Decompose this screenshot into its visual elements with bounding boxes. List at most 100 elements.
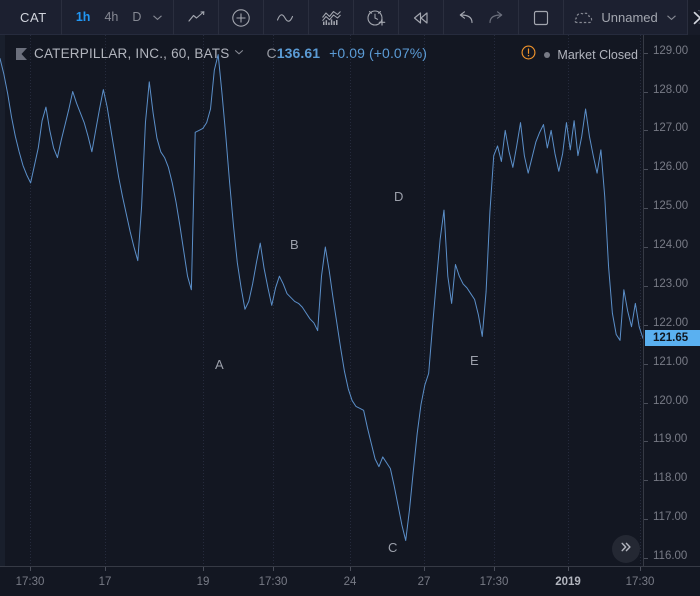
price-axis-tick: 117.00 xyxy=(644,511,700,523)
price-tick-label: 117.00 xyxy=(653,511,688,524)
history-group xyxy=(444,0,520,35)
price-tick-label: 129.00 xyxy=(653,44,689,57)
price-tick-mark xyxy=(644,558,648,559)
price-tick-mark xyxy=(644,208,648,210)
exclamation-circle-icon xyxy=(521,45,536,65)
interval-1h[interactable]: 1h xyxy=(69,0,98,35)
time-tick-label: 17:30 xyxy=(625,576,655,588)
chevron-down-icon[interactable] xyxy=(148,0,166,35)
price-tick-label: 122.00 xyxy=(653,316,689,329)
price-axis-tick: 125.00 xyxy=(644,200,700,212)
price-axis-tick: 122.00 xyxy=(644,317,700,329)
symbol-text: CAT xyxy=(20,10,47,25)
chart-legend: CATERPILLAR, INC., 60, BATS C136.61 +0.09… xyxy=(16,44,427,62)
undo-icon[interactable] xyxy=(451,0,481,35)
layout-name-group[interactable]: Unnamed xyxy=(564,0,688,35)
time-tick-mark xyxy=(273,567,274,571)
price-axis-tick: 126.00 xyxy=(644,161,700,173)
market-status-label: Market Closed xyxy=(557,48,638,62)
price-axis[interactable]: 129.00 128.00 127.00 126.00 125.00 124.00 123.… xyxy=(643,35,700,566)
price-tick-label: 124.00 xyxy=(653,239,689,252)
market-status[interactable]: Market Closed xyxy=(521,45,638,65)
alert-clock-plus-icon[interactable] xyxy=(361,0,391,35)
time-tick-label: 17:30 xyxy=(479,576,509,588)
chart-app: CAT 1h 4h D Unnamed CATERPILLAR, INC., 6… xyxy=(0,0,700,596)
wave-icon[interactable] xyxy=(271,0,301,35)
time-tick-label: 17 xyxy=(98,576,112,588)
time-tick-label: 17:30 xyxy=(15,576,45,588)
time-tick-mark xyxy=(203,567,204,571)
wave-group xyxy=(264,0,310,35)
current-price-badge: 121.65 xyxy=(645,330,700,347)
scroll-to-realtime-button[interactable] xyxy=(612,535,640,563)
compare-group xyxy=(219,0,265,35)
time-tick-label: 2019 xyxy=(555,576,581,588)
replay-group xyxy=(399,0,445,35)
time-tick-label: 27 xyxy=(417,576,431,588)
time-tick-mark xyxy=(494,567,495,571)
price-tick-mark xyxy=(644,324,648,326)
price-tick-label: 119.00 xyxy=(653,433,688,446)
price-tick-label: 126.00 xyxy=(653,161,689,174)
close-price-value: 136.61 xyxy=(276,45,321,61)
indicators-group xyxy=(309,0,355,35)
price-tick-label: 125.00 xyxy=(653,200,689,213)
price-axis-tick: 118.00 xyxy=(644,472,700,484)
time-tick-mark xyxy=(30,567,31,571)
time-tick-label: 24 xyxy=(343,576,357,588)
time-tick-mark xyxy=(350,567,351,571)
symbol-search-button[interactable]: CAT xyxy=(0,0,62,35)
time-tick-label: 17:30 xyxy=(258,576,288,588)
price-tick-mark xyxy=(644,441,648,443)
price-axis-tick: 129.00 xyxy=(644,45,700,57)
compare-plus-icon[interactable] xyxy=(226,0,256,35)
price-tick-mark xyxy=(644,247,648,249)
legend-symbol-title[interactable]: CATERPILLAR, INC., 60, BATS xyxy=(34,46,229,61)
price-tick-mark xyxy=(644,519,648,521)
replay-rewind-icon[interactable] xyxy=(406,0,436,35)
price-tick-mark xyxy=(644,169,648,171)
legend-quote: C136.61 +0.09 (+0.07%) xyxy=(266,45,427,61)
interval-4h[interactable]: 4h xyxy=(97,0,125,35)
price-change-value: +0.09 (+0.07%) xyxy=(329,45,428,61)
price-line-path xyxy=(0,54,643,542)
alert-group xyxy=(354,0,400,35)
current-price-value: 121.65 xyxy=(653,332,689,345)
price-tick-mark xyxy=(644,130,648,132)
price-axis-tick: 123.00 xyxy=(644,278,700,290)
interval-d[interactable]: D xyxy=(125,0,148,35)
chevron-down-icon[interactable] xyxy=(664,0,680,35)
chart-pane[interactable] xyxy=(0,35,643,566)
layout-square-icon[interactable] xyxy=(526,0,556,35)
price-axis-tick: 127.00 xyxy=(644,122,700,134)
time-axis[interactable]: 17:30 17 19 17:30 24 27 17:30 2019 17:30 xyxy=(0,566,700,596)
time-tick-mark xyxy=(640,567,641,571)
close-prefix-label: C xyxy=(266,45,277,61)
price-tick-mark xyxy=(644,91,648,93)
chevron-right-gear-icon[interactable] xyxy=(687,0,700,35)
redo-icon[interactable] xyxy=(481,0,511,35)
indicators-icon[interactable] xyxy=(316,0,346,35)
layout-name-label: Unnamed xyxy=(601,10,658,25)
chevron-down-icon[interactable] xyxy=(234,44,244,62)
time-tick-label: 19 xyxy=(196,576,210,588)
price-axis-tick: 128.00 xyxy=(644,84,700,96)
double-chevron-right-icon xyxy=(619,540,633,559)
price-tick-label: 116.00 xyxy=(653,550,688,562)
price-axis-tick: 121.00 xyxy=(644,356,700,368)
price-tick-mark xyxy=(644,52,648,54)
price-axis-tick: 116.00 xyxy=(644,550,700,562)
price-tick-label: 128.00 xyxy=(653,83,689,96)
time-tick-mark xyxy=(105,567,106,571)
price-axis-tick: 124.00 xyxy=(644,239,700,251)
price-tick-label: 127.00 xyxy=(653,122,689,135)
chart-style-group xyxy=(174,0,220,35)
price-tick-mark xyxy=(644,363,648,365)
time-tick-mark xyxy=(568,567,569,571)
chart-style-line-icon[interactable] xyxy=(181,0,211,35)
cloud-dashed-icon xyxy=(571,0,595,35)
left-edge-highlight xyxy=(0,35,5,566)
price-tick-label: 121.00 xyxy=(653,355,689,368)
time-tick-mark xyxy=(424,567,425,571)
layout-select-group xyxy=(519,0,565,35)
